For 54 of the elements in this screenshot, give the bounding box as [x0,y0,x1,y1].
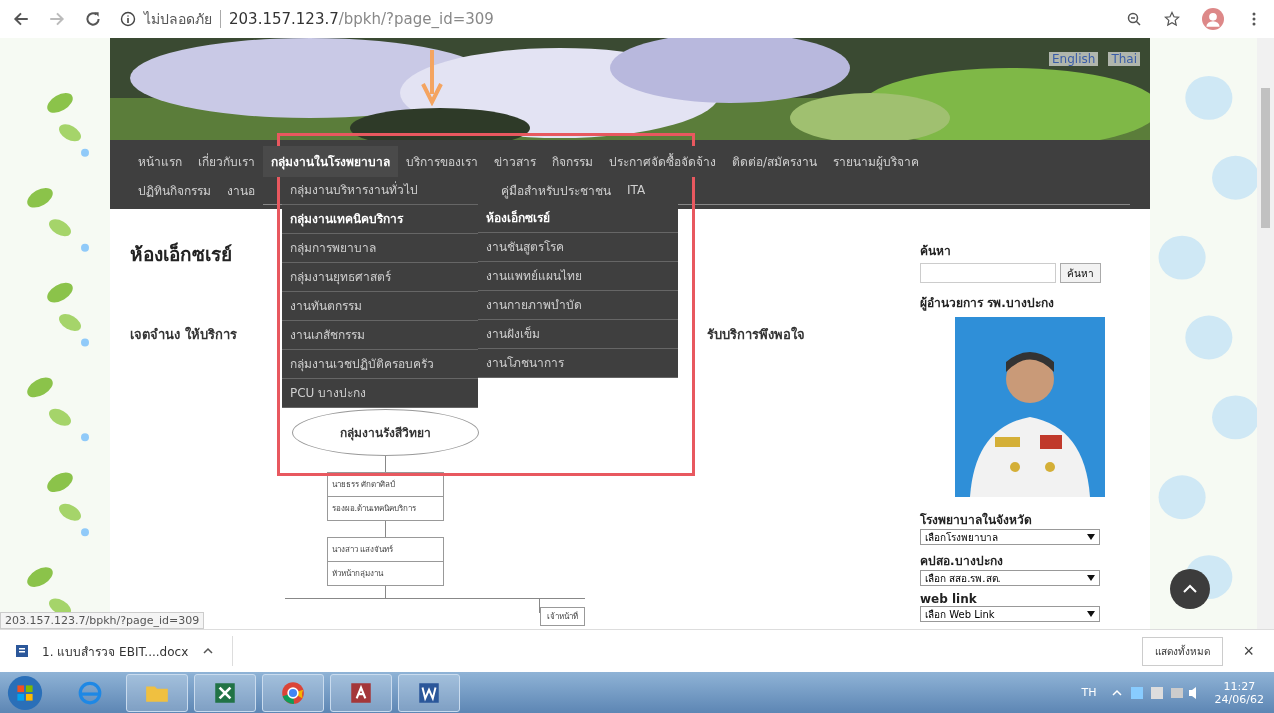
sidebar-title: web link [920,592,978,606]
taskbar-button[interactable] [398,673,460,712]
menu-item[interactable]: ห้องเอ็กซเรย์ [478,204,678,233]
paragraph-text: รับบริการพึงพอใจ [706,325,805,344]
menu-item[interactable]: งานแพทย์แผนไทย [478,262,678,291]
sidebar-title: ผู้อำนวยการ รพ.บางปะกง [920,295,1055,312]
org-node: นายธรร ศักดาศิลป์ รองผอ.ด้านเทคนิคบริการ [326,472,444,521]
page-heading: ห้องเอ็กซเรย์ [130,241,232,267]
download-file[interactable]: 1. แบบสำรวจ EBIT....docx [42,641,189,661]
menu-item[interactable]: กลุ่มงานบริหารงานทั่วไป [282,176,478,205]
arrow-annotation [420,50,444,106]
close-button[interactable]: × [1237,639,1260,663]
show-all-button[interactable]: แสดงทั้งหมด [1142,636,1224,666]
back-icon[interactable] [12,10,30,28]
status-url: 203.157.123.7/bpkh/?page_id=309 [0,612,205,629]
select-field[interactable]: เลือกโรงพยาบาล [920,529,1100,545]
caret-icon [1087,534,1095,540]
org-node: นางสาว แสงจันทร์ หัวหน้ากลุ่มงาน [326,537,444,586]
caret-icon [1087,611,1095,617]
menu-item[interactable]: งานฝังเข็ม [478,320,678,349]
scrollbar[interactable] [1257,38,1274,629]
clock-time: 11:27 [1223,679,1256,693]
sidebar-title: ค้นหา [920,243,952,260]
info-icon[interactable] [120,11,136,27]
paragraph-text: เจตจำนง ให้บริการ [130,325,237,344]
zoom-icon[interactable] [1126,11,1142,27]
nav-item[interactable]: กลุ่มงานในโรงพยาบาล [263,145,398,177]
menu-item[interactable]: งานโภชนาการ [478,349,678,378]
menu-item[interactable]: งานชันสูตรโรค [478,233,678,262]
select-field[interactable]: เลือก Web Link [920,606,1100,622]
globe-icon [77,679,103,706]
browser-icon [280,679,306,706]
clock-date: 24/06/62 [1214,692,1264,706]
taskbar-button[interactable] [194,673,256,712]
search-button[interactable]: ค้นหา [1060,263,1101,283]
scroll-top-button[interactable] [1170,569,1210,609]
select-field[interactable]: เลือก สสอ.รพ.สต. [920,570,1100,586]
start-icon[interactable] [6,673,44,712]
taskbar-button[interactable] [262,673,324,712]
menu-item[interactable]: PCU บางปะกง [282,379,478,408]
caret-icon [1087,575,1095,581]
menu-item[interactable]: งานกายภาพบำบัด [478,291,678,320]
sidebar-title: คปสอ.บางปะกง [920,553,1004,570]
avatar-icon[interactable] [1202,8,1224,30]
address-field[interactable]: 203.157.123.7/bpkh/?page_id=309 [229,10,494,28]
search-field[interactable] [920,263,1056,283]
chevron-icon [1182,584,1198,594]
sidebar-title: โรงพยาบาลในจังหวัด [920,511,1033,529]
org-node: เจ้าหน้าที่ [540,607,585,626]
security-label: ไม่ปลอดภัย [144,10,212,29]
document-icon [14,643,30,659]
star-icon[interactable] [1164,11,1180,27]
reload-icon[interactable] [84,10,102,28]
taskbar-button[interactable] [330,673,392,712]
